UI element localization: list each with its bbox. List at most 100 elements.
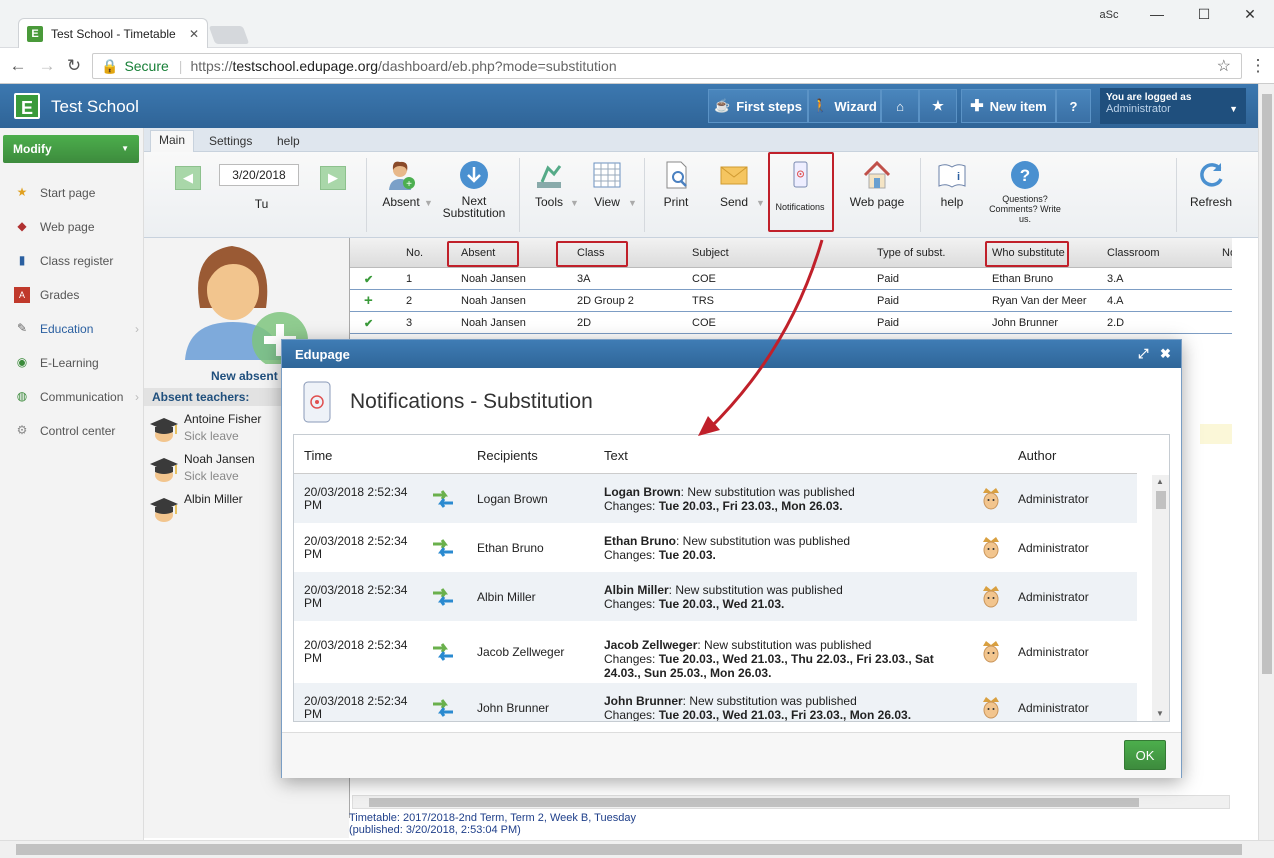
expand-icon[interactable]: ⤢ (1138, 346, 1148, 362)
notification-row[interactable]: 20/03/2018 2:52:34 PM John Brunner John Br… (294, 683, 1137, 721)
col-recipients[interactable]: Recipients (477, 448, 538, 463)
ok-button[interactable]: OK (1124, 740, 1166, 770)
col-time[interactable]: Time (304, 448, 332, 463)
next-day-button[interactable]: ▶ (320, 166, 346, 190)
new-item-button[interactable]: ✚ New item (961, 89, 1056, 123)
tools-button[interactable]: Tools (529, 160, 569, 209)
edupage-logo[interactable]: E (14, 93, 40, 119)
web-page-button[interactable]: Web page (844, 160, 910, 209)
browser-menu-icon[interactable]: ⋮ (1248, 56, 1268, 76)
sidebar-item-web-page[interactable]: ◆ Web page (14, 216, 139, 238)
cell-no: 1 (406, 273, 413, 285)
notifications-scrollbar[interactable]: ▲ ▼ (1152, 475, 1169, 721)
notification-row[interactable]: 20/03/2018 2:52:34 PM Jacob Zellweger Jaco… (294, 621, 1137, 683)
message-body: : New substitution was published (682, 694, 857, 708)
dropdown-arrow-icon[interactable]: ▼ (756, 198, 765, 208)
modify-button[interactable]: Modify ▼ (3, 135, 139, 163)
notification-row[interactable]: 20/03/2018 2:52:34 PM Albin Miller Albin M… (294, 572, 1137, 621)
sidebar-item-education[interactable]: ✎ Education › (14, 318, 139, 340)
refresh-button[interactable]: Refresh (1186, 160, 1236, 209)
user-menu[interactable]: You are logged as Administrator ▼ (1100, 88, 1246, 124)
sidebar-item-communication[interactable]: ◍ Communication › (14, 386, 139, 408)
message-body: : New substitution was published (668, 582, 843, 597)
message-name: Logan Brown (604, 484, 681, 499)
col-classroom[interactable]: Classroom (1107, 247, 1160, 259)
svg-text:+: + (406, 179, 412, 190)
school-name[interactable]: Test School (51, 97, 139, 117)
col-text[interactable]: Text (604, 448, 628, 463)
sidebar-item-e-learning[interactable]: ◉ E-Learning (14, 352, 139, 374)
forward-icon[interactable]: → (37, 56, 57, 76)
scroll-thumb[interactable] (1262, 94, 1272, 674)
page-horizontal-scrollbar[interactable] (0, 840, 1274, 858)
col-more[interactable]: No (1222, 247, 1232, 259)
wizard-label: Wizard (834, 98, 877, 114)
scroll-up-icon[interactable]: ▲ (1156, 477, 1164, 486)
home-button[interactable]: ⌂ (881, 89, 919, 123)
help-ribbon-button[interactable]: i help (932, 160, 972, 209)
graduation-cap-icon (150, 418, 178, 442)
col-author[interactable]: Author (1018, 448, 1056, 463)
changes-dates: Tue 20.03., Fri 23.03., Mon 26.03. (658, 498, 843, 513)
first-steps-button[interactable]: ☕ First steps (708, 89, 808, 123)
tab-main[interactable]: Main (150, 130, 195, 152)
sidebar-item-start-page[interactable]: ★ Start page (14, 182, 139, 204)
question-circle-icon: ? (1011, 161, 1039, 189)
view-button[interactable]: View (587, 160, 627, 209)
scroll-thumb[interactable] (369, 798, 1139, 807)
col-no[interactable]: No. (406, 247, 423, 259)
new-item-label: New item (989, 98, 1047, 114)
help-button[interactable]: ? (1056, 89, 1091, 123)
user-dropdown-icon: ▼ (1229, 104, 1238, 114)
prev-day-button[interactable]: ◀ (175, 166, 201, 190)
exchange-arrows-icon (433, 643, 453, 661)
gear-icon: ⚙ (16, 423, 28, 437)
bookmark-star-icon[interactable]: ☆ (1217, 56, 1231, 76)
send-button[interactable]: Send (714, 160, 754, 209)
exchange-arrows-icon (433, 699, 453, 717)
scroll-thumb[interactable] (16, 844, 1242, 855)
sidebar-item-class-register[interactable]: ▮ Class register (14, 250, 139, 272)
new-tab-button[interactable] (208, 26, 250, 44)
tab-settings[interactable]: Settings (201, 132, 260, 150)
col-type[interactable]: Type of subst. (877, 247, 945, 259)
maximize-icon[interactable]: ☐ (1189, 6, 1219, 23)
scroll-down-icon[interactable]: ▼ (1156, 709, 1164, 718)
sidebar-item-control-center[interactable]: ⚙ Control center (14, 420, 139, 442)
reload-icon[interactable]: ↻ (64, 56, 84, 76)
teacher-name: Noah Jansen (184, 452, 255, 466)
coffee-icon: ☕ (714, 98, 731, 113)
back-icon[interactable]: ← (8, 56, 28, 76)
divider (644, 158, 645, 232)
tab-close-icon[interactable]: ✕ (189, 27, 199, 41)
favorites-button[interactable]: ★ (919, 89, 957, 123)
minimize-icon[interactable]: — (1142, 6, 1172, 22)
wizard-button[interactable]: 🚶 Wizard (808, 89, 881, 123)
cell-recipient: Jacob Zellweger (477, 645, 565, 659)
dropdown-arrow-icon[interactable]: ▼ (570, 198, 579, 208)
new-absent-link[interactable]: New absent (211, 369, 278, 383)
tab-help[interactable]: help (269, 132, 308, 150)
notification-row[interactable]: 20/03/2018 2:52:34 PM Ethan Bruno Ethan Br… (294, 523, 1137, 572)
notification-row[interactable]: 20/03/2018 2:52:34 PM Logan Brown Logan Br… (294, 474, 1137, 523)
scroll-thumb[interactable] (1156, 491, 1166, 509)
dropdown-arrow-icon[interactable]: ▼ (628, 198, 637, 208)
teacher-status: Sick leave (184, 429, 239, 443)
close-icon[interactable]: ✖ (1160, 346, 1171, 362)
page-vertical-scrollbar[interactable] (1258, 84, 1274, 840)
divider (1176, 158, 1177, 232)
date-input[interactable]: 3/20/2018 (219, 164, 299, 186)
close-window-icon[interactable]: ✕ (1235, 6, 1265, 23)
url-input[interactable]: 🔒 Secure | https:// testschool.edupage.o… (92, 53, 1242, 79)
grid-horizontal-scrollbar[interactable] (352, 795, 1230, 809)
cell-text: Logan Brown: New substitution was publis… (604, 485, 944, 513)
sidebar-item-grades[interactable]: A Grades (14, 284, 139, 306)
browser-tab[interactable]: E Test School - Timetable ✕ (18, 18, 208, 48)
absent-button[interactable]: + Absent (376, 160, 426, 209)
questions-button[interactable]: ? Questions? Comments? Write us. (986, 160, 1064, 224)
dropdown-arrow-icon[interactable]: ▼ (424, 198, 433, 208)
next-substitution-button[interactable]: Next Substitution (439, 160, 509, 219)
print-button[interactable]: Print (656, 160, 696, 209)
grades-icon: A (14, 287, 30, 303)
extension-label[interactable]: aSc (1094, 9, 1124, 21)
